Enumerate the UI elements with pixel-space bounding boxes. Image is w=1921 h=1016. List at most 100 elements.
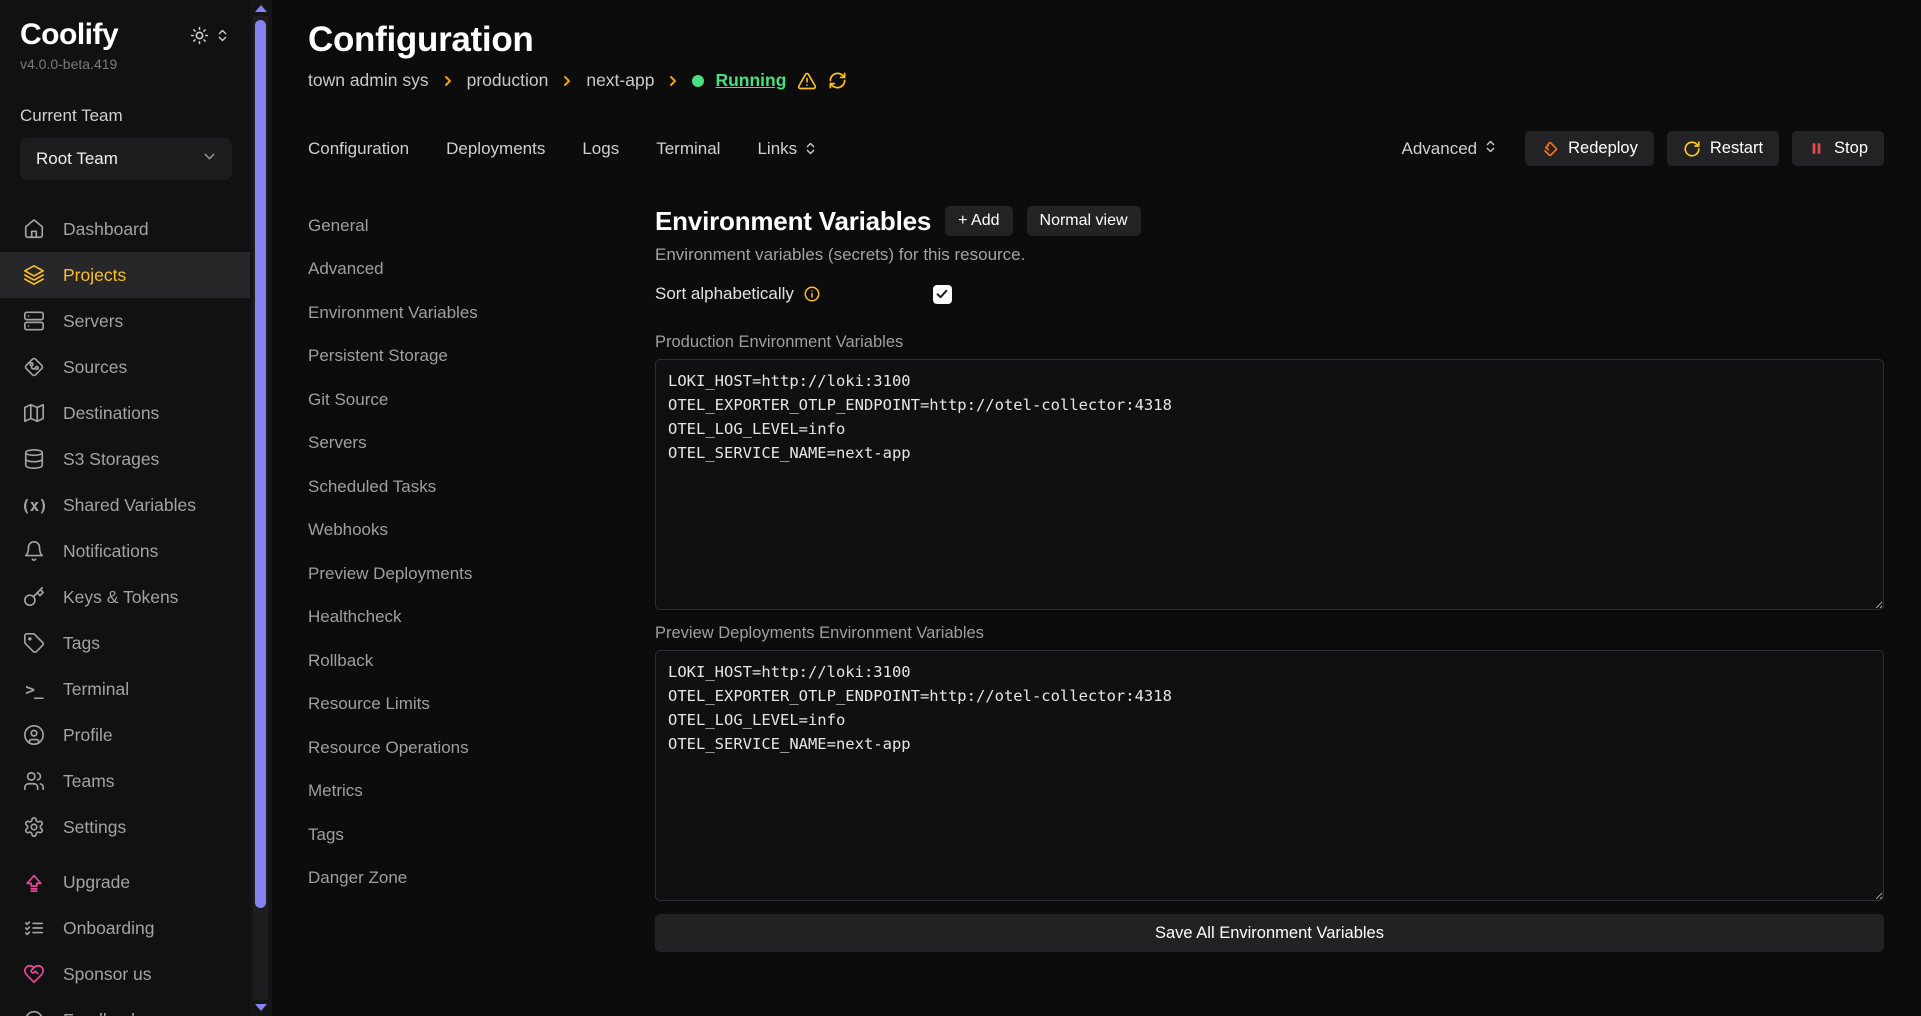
scrollbar-up-arrow[interactable]	[255, 5, 267, 12]
action-buttons: Advanced Redeploy Restart Stop	[1402, 131, 1884, 166]
braces-x-icon: (x)	[22, 496, 46, 515]
subnav-danger-zone[interactable]: Danger Zone	[308, 857, 655, 901]
tab-deployments[interactable]: Deployments	[446, 139, 545, 159]
main-content: Configuration town admin sys production …	[272, 0, 1921, 1016]
sidebar-item-sponsor-us[interactable]: Sponsor us	[0, 951, 250, 997]
restart-icon	[1683, 140, 1701, 158]
sidebar-item-projects[interactable]: Projects	[0, 252, 250, 298]
scrollbar-track[interactable]	[253, 16, 268, 1000]
sidebar-scrollbar[interactable]	[250, 0, 272, 1016]
user-circle-icon	[22, 724, 46, 746]
sidebar-item-destinations[interactable]: Destinations	[0, 390, 250, 436]
key-icon	[22, 586, 46, 608]
subnav-servers[interactable]: Servers	[308, 422, 655, 466]
sidebar-item-label: Terminal	[63, 679, 129, 700]
tab-terminal[interactable]: Terminal	[656, 139, 720, 159]
stop-button[interactable]: Stop	[1792, 131, 1884, 166]
tab-bar: Configuration Deployments Logs Terminal Link…	[308, 131, 1884, 166]
tab-logs[interactable]: Logs	[582, 139, 619, 159]
restart-button[interactable]: Restart	[1667, 131, 1779, 166]
tab-label: Links	[757, 139, 797, 159]
sidebar-item-tags[interactable]: Tags	[0, 620, 250, 666]
chevron-right-icon	[559, 73, 575, 89]
pause-icon	[1808, 140, 1825, 157]
tab-links[interactable]: Links	[757, 139, 818, 159]
subnav-preview-deployments[interactable]: Preview Deployments	[308, 552, 655, 596]
page-title: Configuration	[308, 20, 1884, 60]
sidebar-item-terminal[interactable]: >_ Terminal	[0, 666, 250, 712]
sidebar-item-servers[interactable]: Servers	[0, 298, 250, 344]
save-all-button[interactable]: Save All Environment Variables	[655, 914, 1884, 952]
sidebar-item-label: Upgrade	[63, 872, 130, 893]
scrollbar-thumb[interactable]	[255, 20, 266, 908]
subnav-persistent-storage[interactable]: Persistent Storage	[308, 335, 655, 379]
info-icon[interactable]	[803, 285, 821, 303]
list-checks-icon	[22, 917, 46, 939]
chevrons-up-down-icon[interactable]	[215, 28, 230, 43]
tab-label: Configuration	[308, 139, 409, 159]
sort-alphabetically-label: Sort alphabetically	[655, 284, 794, 304]
env-panel: Environment Variables + Add Normal view …	[655, 204, 1884, 952]
sidebar-item-sources[interactable]: Sources	[0, 344, 250, 390]
sidebar-nav: Dashboard Projects Servers Sources Destinati…	[0, 206, 250, 1016]
sidebar-item-upgrade[interactable]: Upgrade	[0, 859, 250, 905]
scrollbar-down-arrow[interactable]	[255, 1004, 267, 1011]
sidebar-item-onboarding[interactable]: Onboarding	[0, 905, 250, 951]
production-env-textarea[interactable]: LOKI_HOST=http://loki:3100 OTEL_EXPORTER…	[655, 359, 1884, 610]
advanced-dropdown-label: Advanced	[1402, 139, 1478, 159]
tab-label: Logs	[582, 139, 619, 159]
redeploy-button[interactable]: Redeploy	[1525, 131, 1654, 166]
warning-icon[interactable]	[797, 71, 817, 91]
chevron-down-icon	[201, 148, 218, 170]
normal-view-button[interactable]: Normal view	[1027, 206, 1141, 236]
subnav-advanced[interactable]: Advanced	[308, 248, 655, 292]
sidebar-item-label: Projects	[63, 265, 126, 286]
sidebar-item-teams[interactable]: Teams	[0, 758, 250, 804]
sort-alphabetically-checkbox[interactable]	[933, 285, 952, 304]
layers-icon	[22, 264, 46, 286]
sidebar-item-label: Servers	[63, 311, 123, 332]
subnav-webhooks[interactable]: Webhooks	[308, 509, 655, 553]
preview-env-label: Preview Deployments Environment Variable…	[655, 624, 1884, 643]
subnav-healthcheck[interactable]: Healthcheck	[308, 596, 655, 640]
subnav-resource-operations[interactable]: Resource Operations	[308, 726, 655, 770]
sidebar-item-label: Onboarding	[63, 918, 154, 939]
team-select[interactable]: Root Team	[20, 138, 232, 180]
subnav-general[interactable]: General	[308, 204, 655, 248]
sidebar-item-keys-tokens[interactable]: Keys & Tokens	[0, 574, 250, 620]
sidebar-item-profile[interactable]: Profile	[0, 712, 250, 758]
subnav-tags[interactable]: Tags	[308, 813, 655, 857]
chevrons-up-down-icon	[1483, 139, 1498, 159]
home-icon	[22, 218, 46, 240]
sidebar-item-s3-storages[interactable]: S3 Storages	[0, 436, 250, 482]
theme-sun-icon[interactable]	[190, 26, 209, 45]
preview-env-textarea[interactable]: LOKI_HOST=http://loki:3100 OTEL_EXPORTER…	[655, 650, 1884, 901]
breadcrumb-environment[interactable]: production	[467, 70, 549, 91]
subnav-scheduled-tasks[interactable]: Scheduled Tasks	[308, 465, 655, 509]
sidebar-item-shared-variables[interactable]: (x)Shared Variables	[0, 482, 250, 528]
add-env-button[interactable]: + Add	[945, 206, 1012, 236]
refresh-icon[interactable]	[828, 71, 847, 90]
tab-label: Deployments	[446, 139, 545, 159]
advanced-dropdown[interactable]: Advanced	[1402, 139, 1499, 159]
tabs: Configuration Deployments Logs Terminal Link…	[308, 139, 818, 159]
git-source-icon	[22, 356, 46, 378]
status-running-link[interactable]: Running	[715, 70, 786, 91]
breadcrumb-project[interactable]: town admin sys	[308, 70, 429, 91]
breadcrumb-app[interactable]: next-app	[586, 70, 654, 91]
sidebar-item-label: Settings	[63, 817, 126, 838]
subnav-rollback[interactable]: Rollback	[308, 639, 655, 683]
sidebar-item-notifications[interactable]: Notifications	[0, 528, 250, 574]
sidebar-item-dashboard[interactable]: Dashboard	[0, 206, 250, 252]
subnav-environment-variables[interactable]: Environment Variables	[308, 291, 655, 335]
subnav-resource-limits[interactable]: Resource Limits	[308, 683, 655, 727]
sidebar-item-label: S3 Storages	[63, 449, 159, 470]
terminal-prompt-icon: >_	[22, 680, 46, 699]
sidebar-item-label: Sources	[63, 357, 127, 378]
map-icon	[22, 402, 46, 424]
sidebar-item-settings[interactable]: Settings	[0, 804, 250, 850]
subnav-git-source[interactable]: Git Source	[308, 378, 655, 422]
tab-configuration[interactable]: Configuration	[308, 139, 409, 159]
sidebar-item-feedback[interactable]: Feedback	[0, 997, 250, 1016]
subnav-metrics[interactable]: Metrics	[308, 770, 655, 814]
